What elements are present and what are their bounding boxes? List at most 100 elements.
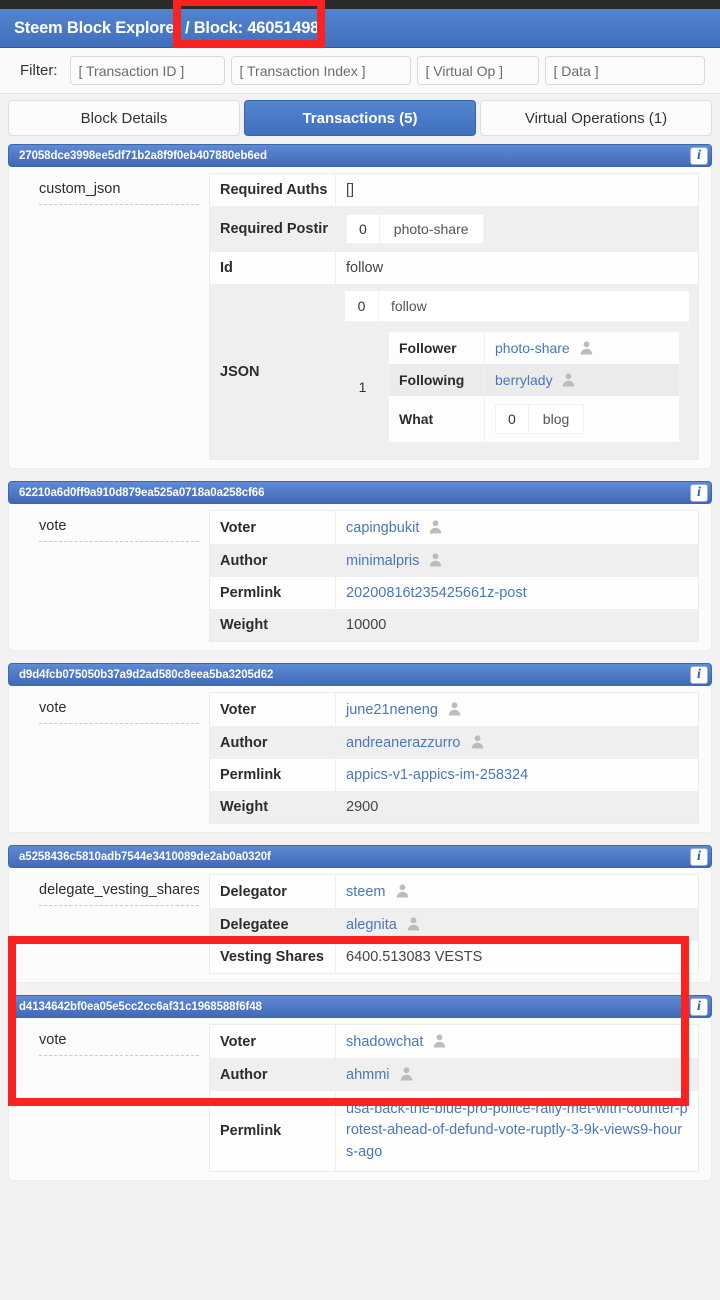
browser-top-strip [0,0,720,9]
transaction-item-highlighted: a5258436c5810adb7544e3410089de2ab0a0320f… [8,845,712,983]
permlink-link[interactable]: appics-v1-appics-im-258324 [346,767,528,783]
field-value: 2900 [346,799,379,815]
transaction-item: 62210a6d0ff9a910d879ea525a0718a0a258cf66… [8,481,712,651]
transaction-header[interactable]: 27058dce3998ee5df71b2a8f9f0eb407880eb6ed… [8,144,712,167]
table-row: Voter capingbukit [209,510,699,545]
account-link[interactable]: photo-share [495,340,570,356]
field-value: berrylady [485,364,680,396]
operation-table-wrap: Required Auths [] Required Postir 0 phot… [209,173,711,460]
table-row: Voter june21neneng [209,692,699,726]
json-value-0: follow [379,291,689,321]
account-link[interactable]: steem [346,884,386,900]
user-avatar-icon [470,734,485,749]
operation-name-cell: vote [9,510,209,642]
json-object-1: Follower photo-share Following berrylady… [380,323,689,451]
table-row: Required Auths [] [209,173,699,206]
transaction-header[interactable]: 62210a6d0ff9a910d879ea525a0718a0a258cf66… [8,481,712,504]
table-row: Id follow [209,252,699,284]
account-link[interactable]: alegnita [346,917,397,933]
search-input-virtual-op[interactable] [416,56,539,85]
operation-table: Required Auths [] Required Postir 0 phot… [209,173,699,460]
value-pill: 0 photo-share [346,214,484,244]
account-link[interactable]: ahmmi [346,1067,390,1083]
operation-name: vote [39,518,199,542]
field-label: Author [209,726,336,759]
page-root: Steem Block Explorer / Block: 46051498 F… [0,0,720,1300]
app-navbar: Steem Block Explorer / Block: 46051498 [0,9,720,48]
transaction-list: 27058dce3998ee5df71b2a8f9f0eb407880eb6ed… [0,144,720,1193]
search-input-transaction-id[interactable] [69,56,225,85]
account-link[interactable]: capingbukit [346,520,419,536]
field-label: Delegatee [209,908,336,941]
field-value-json: 0 follow 1 Follower photo-share Followin… [336,284,699,460]
transaction-id: a5258436c5810adb7544e3410089de2ab0a0320f [19,850,271,863]
operation-name-cell: vote [9,692,209,824]
transaction-item: 27058dce3998ee5df71b2a8f9f0eb407880eb6ed… [8,144,712,469]
json-index-1: 1 [346,323,380,451]
field-value: usa-back-the-blue-pro-police-rally-met-w… [336,1091,699,1172]
account-link[interactable]: berrylady [495,372,553,388]
table-row: Following berrylady [388,364,680,396]
account-link[interactable]: shadowchat [346,1034,423,1050]
user-avatar-icon [399,1066,414,1081]
transaction-id: d4134642bf0ea05e5cc2cc6af31c1968588f6f48 [19,1000,262,1013]
tab-bar: Block Details Transactions (5) Virtual O… [0,94,720,140]
user-avatar-icon [395,883,410,898]
account-link[interactable]: june21neneng [346,702,438,718]
search-input-data[interactable] [544,56,705,85]
transaction-body: vote Voter shadowchat Author ahmmi Perml… [8,1018,712,1182]
field-value: shadowchat [336,1025,699,1059]
operation-table-wrap: Voter capingbukit Author minimalpris Per… [209,510,711,642]
field-label: Voter [209,692,336,726]
field-value: 10000 [346,617,387,633]
transaction-header[interactable]: d9d4fcb075050b37a9d2ad580c8eea5ba3205d62… [8,663,712,686]
transaction-body: custom_json Required Auths [] Required P… [8,167,712,469]
field-value: photo-share [485,332,680,365]
transaction-item: d4134642bf0ea05e5cc2cc6af31c1968588f6f48… [8,995,712,1182]
transaction-item: d9d4fcb075050b37a9d2ad580c8eea5ba3205d62… [8,663,712,833]
user-avatar-icon [428,552,443,567]
field-value: appics-v1-appics-im-258324 [336,759,699,791]
operation-table: Voter capingbukit Author minimalpris Per… [209,510,699,642]
user-avatar-icon [428,519,443,534]
pill-value: blog [542,411,570,427]
field-label: Permlink [209,577,336,609]
field-label: Author [209,1058,336,1091]
transaction-header[interactable]: d4134642bf0ea05e5cc2cc6af31c1968588f6f48… [8,995,712,1018]
operation-table: Voter june21neneng Author andreanerazzur… [209,692,699,824]
field-value: 0 photo-share [336,206,699,252]
operation-table-wrap: Delegator steem Delegatee alegnita Vesti… [209,874,711,974]
info-icon[interactable]: i [690,146,708,165]
pill-index: 0 [496,405,529,433]
transaction-header[interactable]: a5258436c5810adb7544e3410089de2ab0a0320f… [8,845,712,868]
field-label: Id [209,252,336,284]
field-label: What [388,396,485,443]
field-value: minimalpris [336,544,699,577]
operation-table: Delegator steem Delegatee alegnita Vesti… [209,874,699,974]
search-input-transaction-index[interactable] [230,56,411,85]
info-icon[interactable]: i [690,483,708,502]
operation-table-wrap: Voter shadowchat Author ahmmi Permlink u… [209,1024,711,1173]
permlink-link[interactable]: usa-back-the-blue-pro-police-rally-met-w… [346,1101,688,1160]
app-title[interactable]: Steem Block Explorer / Block: 46051498 [0,19,319,38]
filter-bar: Filter: [0,48,720,94]
operation-table-wrap: Voter june21neneng Author andreanerazzur… [209,692,711,824]
field-value: capingbukit [336,511,699,545]
user-avatar-icon [432,1033,447,1048]
account-link[interactable]: andreanerazzurro [346,735,460,751]
field-label: Weight [209,609,336,642]
info-icon[interactable]: i [690,997,708,1016]
permlink-link[interactable]: 20200816t235425661z-post [346,585,527,601]
tab-virtual-operations[interactable]: Virtual Operations (1) [480,100,712,136]
filter-label: Filter: [20,62,58,79]
account-link[interactable]: minimalpris [346,553,419,569]
pill-index: 0 [347,215,380,243]
info-icon[interactable]: i [690,665,708,684]
transaction-body: vote Voter capingbukit Author minimalpri… [8,504,712,651]
field-value: 0 blog [485,396,680,443]
tab-block-details[interactable]: Block Details [8,100,240,136]
field-label: Following [388,364,485,396]
info-icon[interactable]: i [690,847,708,866]
tab-transactions[interactable]: Transactions (5) [244,100,476,136]
operation-name: vote [39,1032,199,1056]
